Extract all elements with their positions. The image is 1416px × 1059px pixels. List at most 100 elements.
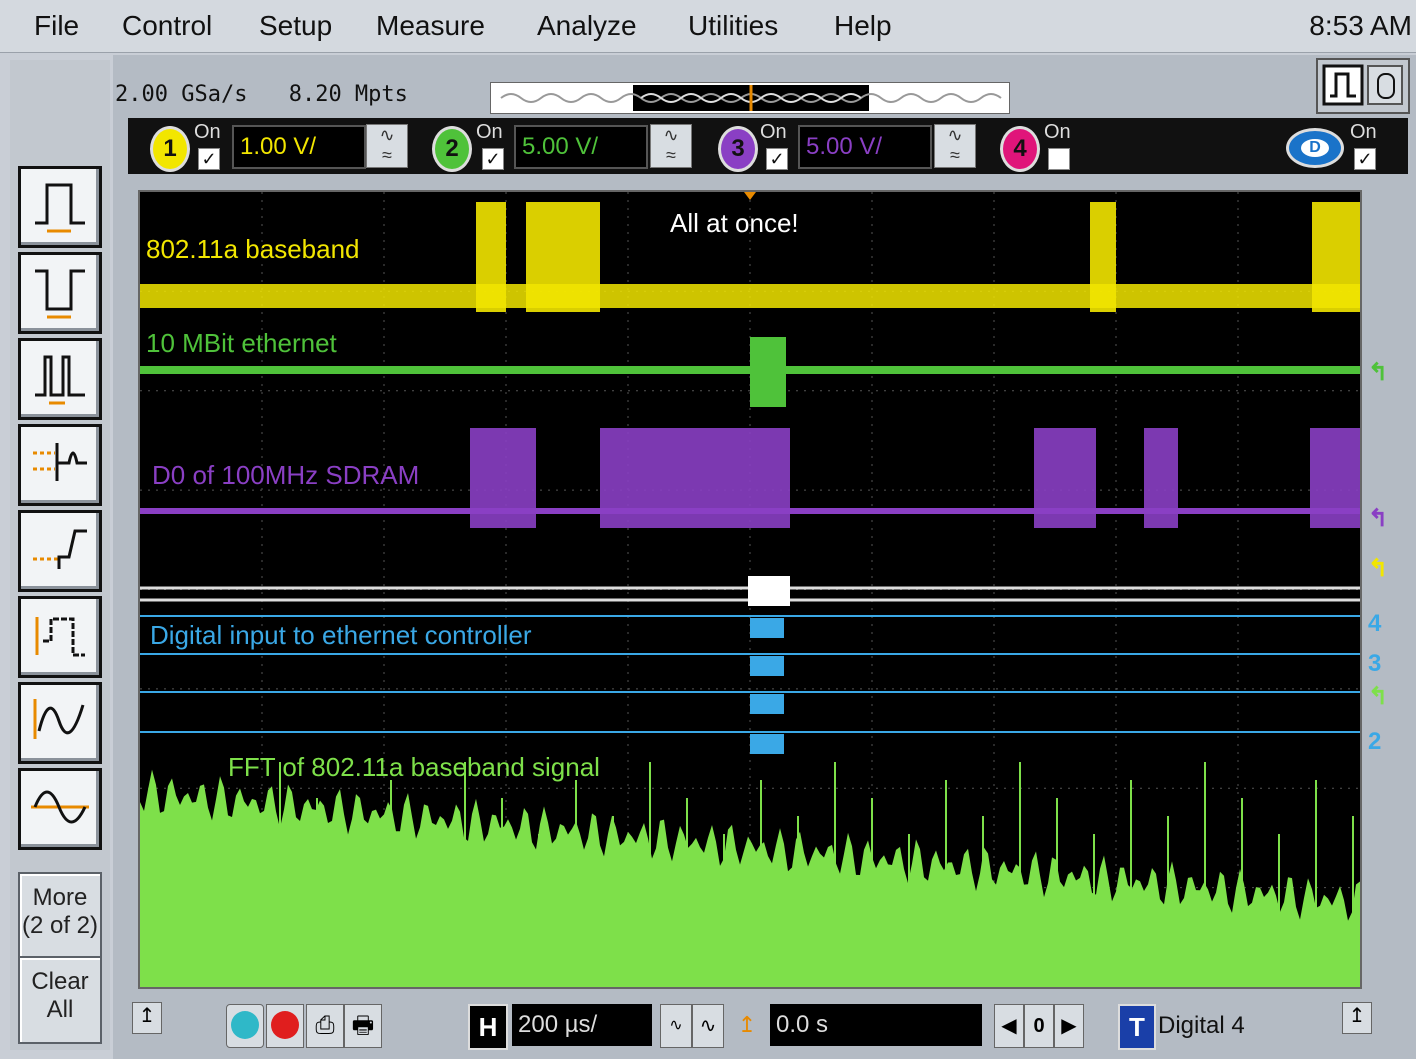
digital-pulse xyxy=(750,694,784,714)
waveform-button[interactable] xyxy=(18,768,102,850)
edge-then-edge-button[interactable] xyxy=(18,424,102,506)
channel-markers: ↰ ↰ ↰ 4 3 ↰ 2 xyxy=(1362,190,1412,990)
channel-1-scale-field[interactable]: 1.00 V/ xyxy=(232,125,366,169)
clear-all-button[interactable]: Clear All xyxy=(18,956,102,1044)
channel-4-checkbox[interactable] xyxy=(1048,148,1070,170)
pulse-width-negative-icon xyxy=(35,269,85,319)
channel-2-marker-icon[interactable]: ↰ xyxy=(1368,358,1388,387)
digital-marker-3: 3 xyxy=(1368,650,1382,677)
rise-time-button[interactable] xyxy=(18,510,102,592)
menu-setup[interactable]: Setup xyxy=(259,10,332,42)
channel-1-marker-icon[interactable]: ↰ xyxy=(1368,554,1388,583)
glitch-button[interactable] xyxy=(18,338,102,420)
trigger-marker-top xyxy=(744,192,756,200)
channel-4-icon[interactable]: 4 xyxy=(1000,126,1040,172)
channel-2-scale-field[interactable]: 5.00 V/ xyxy=(514,125,648,169)
edge-then-edge-icon xyxy=(33,443,87,481)
pattern-icon xyxy=(35,617,85,657)
channel-1-burst xyxy=(1090,202,1116,312)
channel-1-icon[interactable]: 1 xyxy=(150,126,190,172)
timebase-field[interactable]: 200 µs/ xyxy=(512,1004,652,1046)
glitch-icon xyxy=(35,355,85,405)
channel-3-burst xyxy=(470,428,536,528)
digital-pulse xyxy=(750,618,784,638)
channel-1-checkbox[interactable]: ✓ xyxy=(198,148,220,170)
horizontal-icon: H xyxy=(468,1004,508,1050)
digital-label: Digital input to ethernet controller xyxy=(150,620,532,650)
run-button[interactable] xyxy=(226,1004,264,1048)
channel-3-checkbox[interactable]: ✓ xyxy=(766,148,788,170)
more-button[interactable]: More (2 of 2) xyxy=(18,872,102,960)
expand-up-right-icon[interactable]: ↥ xyxy=(1342,1002,1372,1034)
channel-1-adjust-button[interactable]: ∿ ≈ xyxy=(366,124,408,168)
channel-3-marker-icon[interactable]: ↰ xyxy=(1368,504,1388,533)
expand-up-left-icon[interactable]: ↥ xyxy=(132,1002,162,1034)
channel-3-scale-field[interactable]: 5.00 V/ xyxy=(798,125,932,169)
channel-2-label: 10 MBit ethernet xyxy=(146,328,337,358)
channel-3-adjust-button[interactable]: ∿ ≈ xyxy=(934,124,976,168)
menu-analyze[interactable]: Analyze xyxy=(537,10,637,42)
channel-3-icon[interactable]: 3 xyxy=(718,126,758,172)
screenshot-icon[interactable]: ⎙ xyxy=(306,1004,344,1048)
channel-4-on-label: On xyxy=(1044,121,1071,143)
delay-marker-icon: ↥ xyxy=(734,1004,760,1046)
print-icon[interactable]: 🖶 xyxy=(344,1004,382,1048)
digital-pulse xyxy=(750,734,784,754)
fft-marker-icon[interactable]: ↰ xyxy=(1368,682,1388,711)
bottom-control-bar: ↥ ⎙ 🖶 H 200 µs/ ∿ ∿ ↥ 0.0 s ◀ 0 ▶ T Digi… xyxy=(128,996,1408,1056)
waveform-graticule xyxy=(140,192,1360,987)
delay-left-button[interactable]: ◀ xyxy=(994,1004,1024,1048)
pattern-button[interactable] xyxy=(18,596,102,678)
timebase-fine-button[interactable]: ∿ xyxy=(660,1004,692,1048)
digital-checkbox[interactable]: ✓ xyxy=(1354,148,1376,170)
channel-2-icon[interactable]: 2 xyxy=(432,126,472,172)
channel-3-burst xyxy=(600,428,790,528)
menu-utilities[interactable]: Utilities xyxy=(688,10,778,42)
channel-3-on-label: On xyxy=(760,121,787,143)
channel-1-burst xyxy=(1312,202,1360,312)
channel-bar: 1 On ✓ 1.00 V/ ∿ ≈ 2 On ✓ 5.00 V/ ∿ ≈ 3 On… xyxy=(128,118,1408,174)
rise-time-icon xyxy=(33,529,87,569)
channel-2-adjust-button[interactable]: ∿ ≈ xyxy=(650,124,692,168)
sine-wave-icon xyxy=(33,699,85,739)
run-icon xyxy=(231,1011,259,1039)
pulse-width-positive-button[interactable] xyxy=(18,166,102,248)
memory-depth: 8.20 Mpts xyxy=(288,82,408,107)
delay-right-button[interactable]: ▶ xyxy=(1054,1004,1084,1048)
trigger-icon: T xyxy=(1118,1004,1156,1050)
menu-control[interactable]: Control xyxy=(122,10,212,42)
digital-marker-2: 2 xyxy=(1368,728,1382,755)
digital-marker-4: 4 xyxy=(1368,610,1382,637)
timebase-coarse-button[interactable]: ∿ xyxy=(692,1004,724,1048)
menu-help[interactable]: Help xyxy=(834,10,892,42)
menu-file[interactable]: File xyxy=(34,10,79,42)
fft-label: FFT of 802.11a baseband signal xyxy=(228,752,600,782)
channel-1-burst xyxy=(476,202,506,312)
digital-channel-icon[interactable]: D xyxy=(1286,128,1344,168)
menu-bar: File Control Setup Measure Analyze Utili… xyxy=(0,0,1416,53)
channel-1-burst xyxy=(526,202,600,312)
channel-3-burst xyxy=(1310,428,1360,528)
channel-3-burst xyxy=(1144,428,1178,528)
menu-measure[interactable]: Measure xyxy=(376,10,485,42)
delay-zero-button[interactable]: 0 xyxy=(1024,1004,1054,1048)
pulse-width-positive-icon xyxy=(35,183,85,233)
stop-button[interactable] xyxy=(266,1004,304,1048)
mode-toggle[interactable] xyxy=(1316,58,1410,114)
waveform-display[interactable]: All at once! 802.11a baseband 10 MBit et… xyxy=(138,190,1362,989)
measurement-toolbar: More (2 of 2) Clear All xyxy=(10,60,110,1050)
channel-2-checkbox[interactable]: ✓ xyxy=(482,148,504,170)
delay-field[interactable]: 0.0 s xyxy=(770,1004,982,1046)
channel-1-on-label: On xyxy=(194,121,221,143)
sine-measure-button[interactable] xyxy=(18,682,102,764)
waveform-icon xyxy=(31,790,89,824)
waveform-overview[interactable] xyxy=(490,82,1010,114)
digital-on-label: On xyxy=(1350,121,1377,143)
trigger-source[interactable]: Digital 4 xyxy=(1158,1012,1245,1040)
digital-pulse xyxy=(750,656,784,676)
pulse-width-negative-button[interactable] xyxy=(18,252,102,334)
annotation-text: All at once! xyxy=(670,208,799,238)
channel-3-burst xyxy=(1034,428,1096,528)
channel-2-burst xyxy=(750,337,786,407)
pointer-mode-icon xyxy=(1322,64,1403,106)
